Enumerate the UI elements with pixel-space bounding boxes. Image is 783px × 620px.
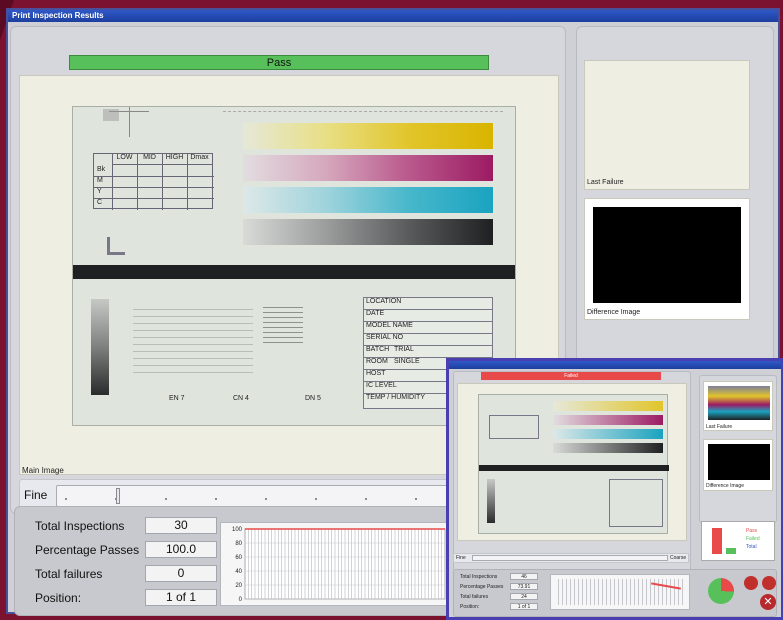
caption: DN 5	[305, 395, 321, 402]
inset-legend-item: Failed	[746, 536, 760, 542]
inset-last-failure-label: Last Failure	[706, 424, 733, 430]
table-row-label: Bk	[97, 166, 106, 173]
total-inspections-value: 30	[145, 517, 217, 534]
form-value: TRIAL	[394, 346, 414, 353]
inset-stat-label: Total Inspections	[460, 574, 498, 580]
inset-fail-bar	[712, 528, 722, 554]
inset-stat-value: 1 of 1	[510, 603, 538, 610]
inset-stats-panel: Total Inspections 46 Percentage Passes 7…	[453, 569, 777, 617]
form-field: MODEL NAME	[364, 322, 492, 334]
caption: EN 7	[169, 395, 185, 402]
form-field: ROOM	[366, 358, 388, 365]
inset-window: Failed Fine Coarse Last Failure Differen…	[446, 358, 783, 620]
gray-ramp	[91, 299, 109, 395]
table-row-label: C	[97, 199, 103, 206]
chart-y-tick-label: 20	[235, 583, 242, 589]
table-row-label: M	[97, 177, 103, 184]
main-window: Print Inspection Results Pass LOW MID HI…	[6, 8, 783, 620]
inset-stat-label: Percentage Passes	[460, 584, 504, 590]
table-header: MID	[143, 154, 156, 161]
inset-pause-button[interactable]	[762, 576, 776, 590]
form-field: DATE	[364, 310, 492, 322]
inset-fine-label: Fine	[456, 555, 466, 561]
total-inspections-label: Total Inspections	[35, 519, 125, 533]
difference-image: Difference Image	[584, 198, 750, 320]
total-failures-label: Total failures	[35, 567, 103, 581]
chart-y-tick-label: 80	[235, 541, 242, 547]
main-image-label: Main Image	[22, 466, 64, 475]
table-row-label: Y	[97, 188, 102, 195]
difference-label: Difference Image	[587, 309, 641, 316]
black-ramp	[243, 219, 493, 245]
inset-difference: Difference Image	[703, 439, 773, 491]
form-field: BATCH	[366, 346, 390, 353]
pass-rate-chart: 100 80 60 40 20 0	[220, 522, 450, 606]
inset-close-icon[interactable]: ✕	[760, 594, 776, 610]
inset-stat-value: 73.91	[510, 583, 538, 590]
table-header: Dmax	[190, 154, 209, 161]
inset-bar-chart: Pass Failed Total	[701, 521, 775, 561]
inset-stat-label: Position:	[460, 604, 480, 610]
inset-stop-button[interactable]	[744, 576, 758, 590]
percentage-passes-label: Percentage Passes	[35, 543, 140, 557]
inset-stat-label: Total failures	[460, 594, 489, 600]
density-table: LOW MID HIGH Dmax Bk M Y C	[93, 153, 214, 210]
form-value: SINGLE	[394, 358, 420, 365]
inset-image	[478, 394, 669, 534]
inset-difference-label: Difference Image	[706, 483, 744, 489]
inset-image-frame	[457, 383, 687, 541]
position-value: 1 of 1	[145, 589, 217, 606]
fine-slider-thumb[interactable]	[116, 488, 120, 504]
form-field: SERIAL NO	[364, 334, 492, 346]
magenta-ramp	[243, 155, 493, 181]
black-band	[73, 265, 515, 279]
position-label: Position:	[35, 591, 82, 605]
inset-fine-control: Fine Coarse	[453, 553, 689, 563]
inset-last-failure: Last Failure	[703, 381, 773, 431]
form-field: LOCATION	[364, 298, 492, 310]
caption: CN 4	[233, 395, 249, 402]
last-failure-label: Last Failure	[587, 179, 624, 186]
status-badge: Pass	[69, 55, 489, 70]
table-header: LOW	[116, 154, 133, 161]
inset-legend-item: Pass	[746, 528, 758, 534]
percentage-passes-value: 100.0	[145, 541, 217, 558]
inset-chart	[550, 574, 690, 610]
inset-legend-item: Total	[746, 544, 757, 550]
total-failures-value: 0	[145, 565, 217, 582]
inset-pie-chart	[708, 578, 734, 604]
inset-pass-bar	[726, 548, 736, 554]
pass-rate-chart-svg: 100 80 60 40 20 0	[232, 527, 446, 603]
inset-slider[interactable]	[472, 555, 668, 561]
inset-stat-value: 24	[510, 593, 538, 600]
last-failure-image: Last Failure	[584, 60, 750, 190]
fine-label: Fine	[24, 488, 48, 502]
title-bar: Print Inspection Results	[8, 10, 778, 22]
chart-y-tick-label: 60	[235, 555, 242, 561]
chart-y-tick-label: 40	[235, 569, 242, 575]
inset-coarse-label: Coarse	[670, 555, 687, 561]
yellow-ramp	[243, 123, 493, 149]
chart-y-tick-label: 100	[232, 527, 243, 533]
inset-stat-value: 46	[510, 573, 538, 580]
inset-status-badge: Failed	[481, 372, 661, 380]
chart-y-tick-label: 0	[239, 597, 243, 603]
table-header: HIGH	[165, 154, 184, 161]
inset-title-bar	[449, 361, 781, 369]
cyan-ramp	[243, 187, 493, 213]
